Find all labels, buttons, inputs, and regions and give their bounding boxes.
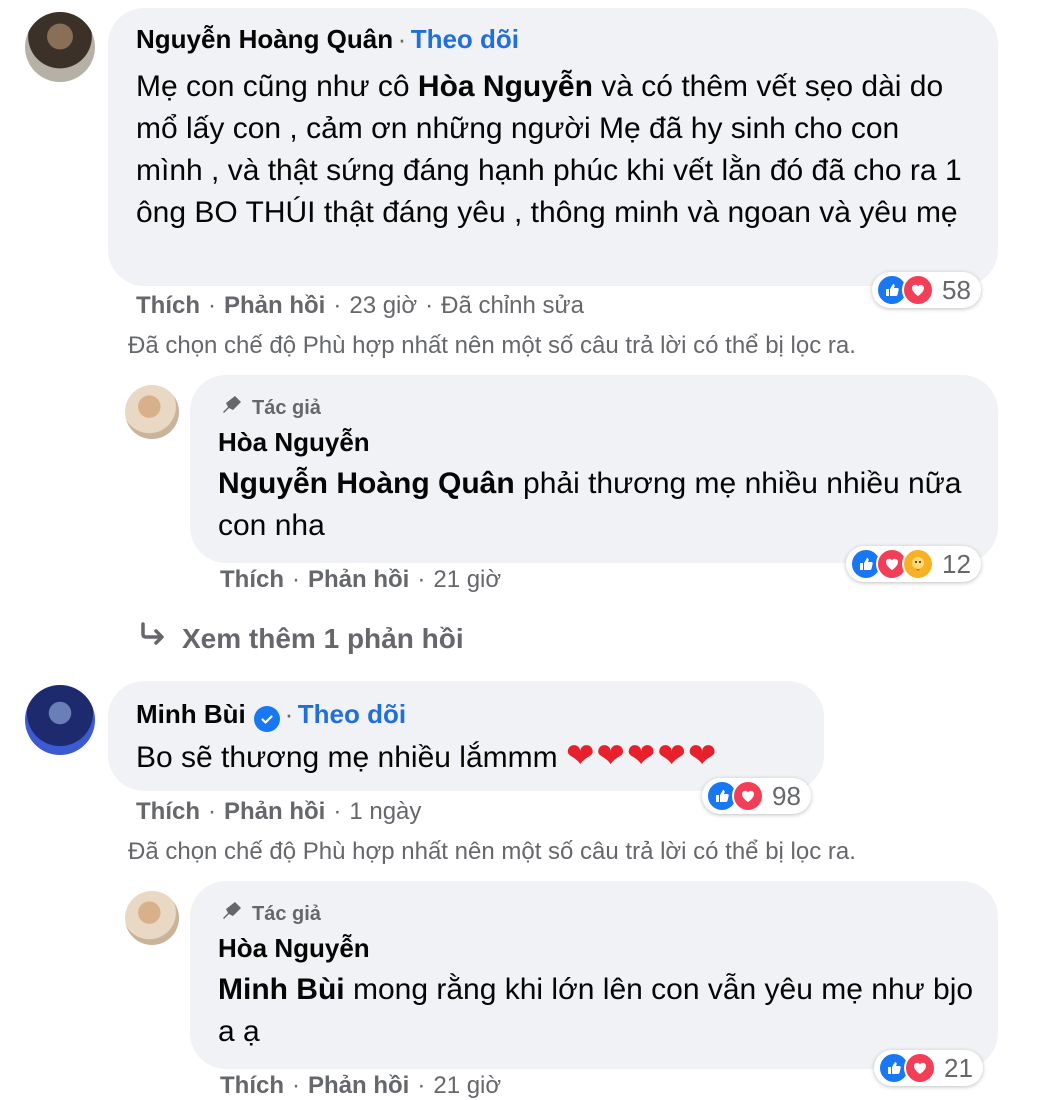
see-more-replies[interactable]: Xem thêm 1 phản hồi bbox=[138, 620, 464, 657]
avatar-hoa-nguyen[interactable] bbox=[125, 385, 179, 439]
like-button[interactable]: Thích bbox=[220, 1072, 284, 1100]
comment-text-part: Bo sẽ thương mẹ nhiều lắmmm bbox=[136, 741, 566, 774]
timestamp[interactable]: 21 giờ bbox=[433, 1072, 501, 1100]
microphone-icon bbox=[220, 899, 244, 929]
love-reaction-icon bbox=[732, 780, 764, 812]
love-reaction-icon bbox=[902, 274, 934, 306]
reaction-count: 21 bbox=[944, 1052, 973, 1083]
separator-dot: · bbox=[333, 292, 342, 319]
verified-badge-icon bbox=[254, 705, 281, 732]
replier-name[interactable]: Hòa Nguyễn bbox=[218, 427, 370, 458]
reaction-count: 98 bbox=[772, 780, 801, 811]
comment-text: Bo sẽ thương mẹ nhiều lắmmm ❤❤❤❤❤ bbox=[136, 735, 718, 779]
reply-button[interactable]: Phản hồi bbox=[308, 1072, 409, 1100]
timestamp[interactable]: 23 giờ bbox=[349, 292, 417, 320]
filter-notice: Đã chọn chế độ Phù hợp nhất nên một số c… bbox=[128, 332, 856, 359]
like-button[interactable]: Thích bbox=[136, 292, 200, 320]
avatar-nguyen-hoang-quan[interactable] bbox=[25, 12, 95, 82]
comment-actions: Thích · Phản hồi · 1 ngày bbox=[136, 798, 421, 826]
reply-text: Nguyễn Hoàng Quân phải thương mẹ nhiều n… bbox=[218, 463, 978, 547]
reply-actions: Thích · Phản hồi · 21 giờ bbox=[220, 1072, 501, 1100]
care-reaction-icon bbox=[902, 548, 934, 580]
comment-actions: Thích · Phản hồi · 23 giờ · Đã chỉnh sửa bbox=[136, 292, 584, 320]
reaction-summary[interactable]: 58 bbox=[872, 272, 981, 308]
heart-emoji: ❤❤❤❤❤ bbox=[565, 737, 719, 775]
separator-dot: · bbox=[417, 1072, 426, 1099]
reply-bubble: Tác giả Hòa Nguyễn Minh Bùi mong rằng kh… bbox=[190, 881, 998, 1069]
separator-dot: · bbox=[208, 798, 216, 825]
follow-link[interactable]: Theo dõi bbox=[298, 699, 406, 729]
commenter-name[interactable]: Nguyễn Hoàng Quân bbox=[136, 24, 393, 54]
filter-notice: Đã chọn chế độ Phù hợp nhất nên một số c… bbox=[128, 838, 856, 865]
like-button[interactable]: Thích bbox=[136, 798, 200, 826]
reaction-summary[interactable]: 98 bbox=[702, 778, 811, 814]
mention-link[interactable]: Hòa Nguyễn bbox=[418, 70, 593, 103]
like-button[interactable]: Thích bbox=[220, 566, 284, 594]
mention-link[interactable]: Nguyễn Hoàng Quân bbox=[218, 467, 515, 500]
reaction-count: 12 bbox=[942, 548, 971, 579]
separator-dot: · bbox=[333, 798, 342, 825]
see-more-label: Xem thêm 1 phản hồi bbox=[182, 622, 464, 654]
timestamp[interactable]: 21 giờ bbox=[433, 566, 501, 594]
microphone-icon bbox=[220, 393, 244, 423]
comment-bubble: Minh Bùi · Theo dõi Bo sẽ thương mẹ nhiề… bbox=[108, 681, 824, 791]
separator-dot: · bbox=[417, 566, 426, 593]
separator-dot: · bbox=[292, 1072, 300, 1099]
reply-text: Minh Bùi mong rằng khi lớn lên con vẫn y… bbox=[218, 969, 978, 1053]
reply-actions: Thích · Phản hồi · 21 giờ bbox=[220, 566, 501, 594]
avatar-minh-bui[interactable] bbox=[25, 685, 95, 755]
reply-bubble: Tác giả Hòa Nguyễn Nguyễn Hoàng Quân phả… bbox=[190, 375, 998, 563]
reply-button[interactable]: Phản hồi bbox=[224, 292, 325, 320]
comment-bubble: Nguyễn Hoàng Quân · Theo dõi Mẹ con cũng… bbox=[108, 8, 998, 286]
reply-button[interactable]: Phản hồi bbox=[308, 566, 409, 594]
reply-arrow-icon bbox=[138, 620, 168, 657]
edited-label: Đã chỉnh sửa bbox=[441, 292, 584, 319]
author-tag-label: Tác giả bbox=[252, 396, 321, 419]
separator-dot: · bbox=[292, 566, 300, 593]
timestamp[interactable]: 1 ngày bbox=[349, 798, 421, 826]
love-reaction-icon bbox=[904, 1052, 936, 1084]
follow-link[interactable]: Theo dõi bbox=[411, 24, 519, 54]
comment-text-part: Mẹ con cũng như cô bbox=[136, 70, 418, 103]
separator-dot: · bbox=[425, 292, 434, 319]
replier-name[interactable]: Hòa Nguyễn bbox=[218, 933, 370, 964]
reply-button[interactable]: Phản hồi bbox=[224, 798, 325, 826]
comment-text: Mẹ con cũng như cô Hòa Nguyễn và có thêm… bbox=[136, 66, 966, 234]
mention-link[interactable]: Minh Bùi bbox=[218, 973, 345, 1006]
reaction-count: 58 bbox=[942, 274, 971, 305]
author-tag-label: Tác giả bbox=[252, 902, 321, 925]
separator-dot: · bbox=[397, 24, 407, 54]
separator-dot: · bbox=[208, 292, 216, 319]
commenter-name[interactable]: Minh Bùi bbox=[136, 699, 246, 729]
author-tag: Tác giả bbox=[220, 899, 321, 929]
reaction-summary[interactable]: 12 bbox=[846, 546, 981, 582]
avatar-hoa-nguyen[interactable] bbox=[125, 891, 179, 945]
separator-dot: · bbox=[284, 699, 294, 729]
author-tag: Tác giả bbox=[220, 393, 321, 423]
